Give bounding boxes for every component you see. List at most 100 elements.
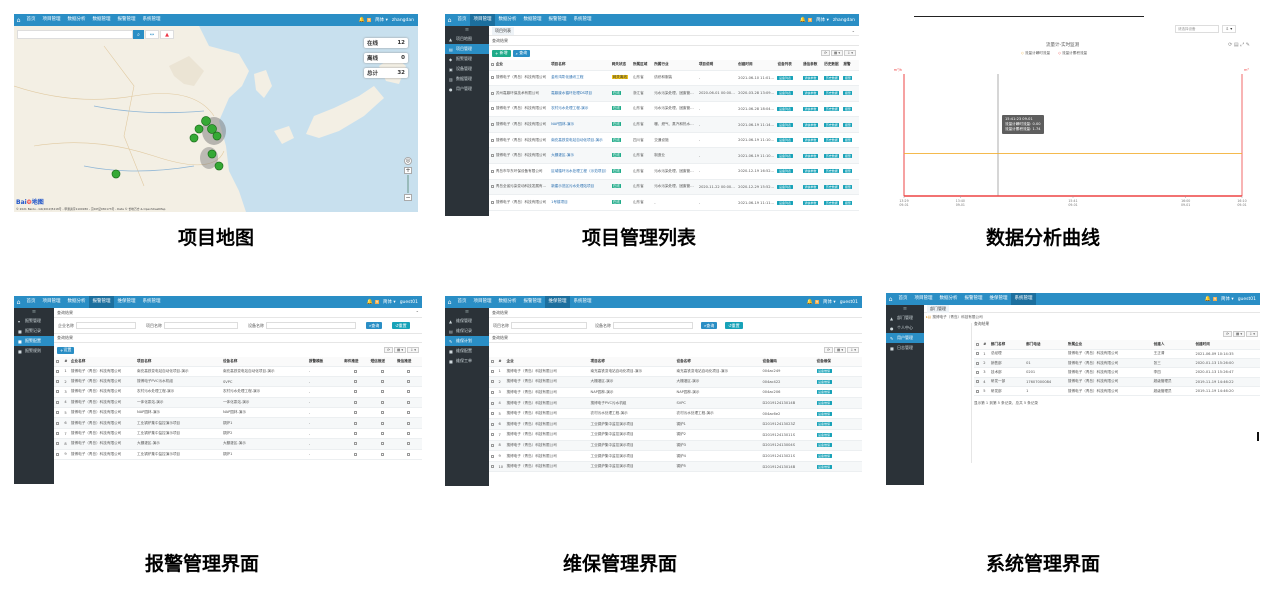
warning-icon[interactable]: ▲ <box>160 30 174 39</box>
username[interactable]: zhangdan <box>392 18 414 23</box>
line-chart[interactable]: m³/h m³13:2909-0113:4009-0115:4109-0116:0… <box>886 64 1260 214</box>
nav-item[interactable]: 数据分析 <box>936 293 961 305</box>
sidebar-item[interactable]: ■ 维保配置 <box>445 346 489 356</box>
column-header[interactable]: 企业名称 <box>69 357 136 367</box>
nav-item[interactable]: 项目管理 <box>39 296 64 308</box>
zoom-in-icon[interactable]: + <box>404 167 412 174</box>
op-button[interactable]: 设备列表 <box>777 184 793 189</box>
column-header[interactable]: 通信参数 <box>801 60 823 71</box>
op-button[interactable]: 报警 <box>843 138 853 143</box>
push-toggle[interactable] <box>395 428 422 440</box>
row-checkbox[interactable] <box>54 407 63 419</box>
home-icon[interactable]: ⌂ <box>886 293 895 305</box>
nav-item-active[interactable]: 项目管理 <box>470 14 495 26</box>
column-header[interactable]: 设备名称 <box>675 357 761 367</box>
column-header[interactable]: 企业 <box>494 60 550 71</box>
device-input[interactable] <box>266 322 356 329</box>
locate-icon[interactable]: ◎ <box>404 157 412 165</box>
maintain-button[interactable]: 设备维保 <box>816 443 832 448</box>
tab-project-list[interactable]: 项目列表 <box>492 26 514 35</box>
push-toggle[interactable] <box>342 438 370 450</box>
column-header[interactable]: 设备维保 <box>815 357 862 367</box>
columns-icon[interactable]: ▦ ▾ <box>831 50 844 56</box>
menu-toggle-icon[interactable]: ≡ <box>445 308 489 316</box>
nav-item[interactable]: 项目管理 <box>39 14 64 26</box>
op-button[interactable]: 报警 <box>843 153 853 158</box>
row-checkbox[interactable] <box>54 428 63 440</box>
row-checkbox[interactable] <box>54 376 63 388</box>
push-toggle[interactable] <box>342 397 370 409</box>
op-button[interactable]: 设备列表 <box>777 138 793 143</box>
refresh-icon[interactable]: ⟳ <box>821 50 830 56</box>
column-header[interactable]: 微信推送 <box>395 357 422 367</box>
settings-button[interactable]: + 设置 <box>57 346 75 354</box>
restore-icon[interactable]: ⟳ <box>1228 42 1232 48</box>
row-checkbox[interactable] <box>54 366 63 377</box>
home-icon[interactable]: ⌂ <box>14 296 23 308</box>
chevron-down-icon[interactable]: ⌄ <box>852 28 855 33</box>
sidebar-item[interactable]: ■ 报警记录 <box>14 326 54 336</box>
op-button[interactable]: 通信参数 <box>803 138 819 143</box>
push-toggle[interactable] <box>395 376 422 388</box>
home-icon[interactable]: ⌂ <box>14 14 23 26</box>
push-toggle[interactable] <box>395 449 422 461</box>
op-button[interactable]: 报警 <box>843 75 853 80</box>
sidebar-item[interactable]: ▲ 项目地图 <box>445 34 489 44</box>
nav-item[interactable]: 首页 <box>23 296 39 308</box>
username[interactable]: zhangdan <box>833 18 855 23</box>
row-checkbox[interactable] <box>974 367 982 378</box>
op-button[interactable]: 通信参数 <box>803 169 819 174</box>
username[interactable]: guest01 <box>840 300 858 305</box>
query-button[interactable]: ⌕ 查询 <box>366 322 383 329</box>
maintain-button[interactable]: 设备维保 <box>816 401 832 406</box>
op-button[interactable]: 通信参数 <box>803 75 819 80</box>
bell-icon[interactable]: 🔔 <box>367 299 373 305</box>
header-checkbox[interactable] <box>54 357 63 367</box>
zoom-out-icon[interactable]: − <box>404 194 412 201</box>
nav-item[interactable]: 数据管理 <box>89 14 114 26</box>
project-input[interactable] <box>511 322 587 329</box>
column-header[interactable]: 创建时间 <box>736 60 776 71</box>
sidebar-item[interactable]: ▲ 维保管理 <box>445 316 489 326</box>
nav-item[interactable]: 系统管理 <box>570 14 595 26</box>
op-button[interactable]: 历史数据 <box>824 169 840 174</box>
push-toggle[interactable] <box>369 449 396 461</box>
reset-button[interactable]: ↺ 重置 <box>392 322 410 329</box>
op-button[interactable]: 历史数据 <box>824 153 840 158</box>
nav-item-active[interactable]: 报警管理 <box>89 296 114 308</box>
bell-icon[interactable]: 🔔 <box>807 299 813 305</box>
row-checkbox[interactable] <box>54 438 63 450</box>
nav-item[interactable]: 报警管理 <box>545 14 570 26</box>
home-icon[interactable]: ⌂ <box>445 14 454 26</box>
column-header[interactable]: 设备编码 <box>761 357 815 367</box>
column-header[interactable]: 报警 <box>841 60 859 71</box>
op-button[interactable]: 报警 <box>843 184 853 189</box>
push-toggle[interactable] <box>395 438 422 450</box>
nav-item[interactable]: 系统管理 <box>139 14 164 26</box>
maintain-button[interactable]: 设备维保 <box>816 422 832 427</box>
column-header[interactable]: 所属企业 <box>1066 340 1153 350</box>
column-header[interactable]: 企业 <box>505 357 589 367</box>
column-header[interactable]: 短信推送 <box>369 357 396 367</box>
project-name-link[interactable]: 嘉鼎废水循环处理DS项目 <box>549 85 611 102</box>
push-toggle[interactable] <box>395 397 422 409</box>
zoom-slider[interactable] <box>407 175 409 193</box>
op-button[interactable]: 报警 <box>843 200 853 205</box>
maintain-button[interactable]: 设备维保 <box>816 411 832 416</box>
device-search-input[interactable]: 请选择设备 <box>1175 25 1219 33</box>
column-header[interactable]: 部门名称 <box>989 340 1025 350</box>
refresh-icon[interactable]: ⟳ <box>1223 331 1232 337</box>
sidebar-item-active[interactable]: ■ 报警配置 <box>14 336 54 346</box>
push-toggle[interactable] <box>369 376 396 388</box>
sidebar-item[interactable]: ▥ 数据管理 <box>445 74 489 84</box>
tab-department[interactable]: 部门管理 <box>927 304 949 313</box>
language-menu[interactable]: 简体 ▾ <box>1221 296 1234 302</box>
nav-item[interactable]: 项目管理 <box>470 296 495 308</box>
op-button[interactable]: 通信参数 <box>803 200 819 205</box>
op-button[interactable]: 历史数据 <box>824 122 840 127</box>
nav-item[interactable]: 数据管理 <box>520 14 545 26</box>
nav-item[interactable]: 首页 <box>454 296 470 308</box>
column-header[interactable]: 项目名称 <box>135 357 222 367</box>
maintain-button[interactable]: 设备维保 <box>816 432 832 437</box>
row-checkbox[interactable] <box>489 418 497 431</box>
